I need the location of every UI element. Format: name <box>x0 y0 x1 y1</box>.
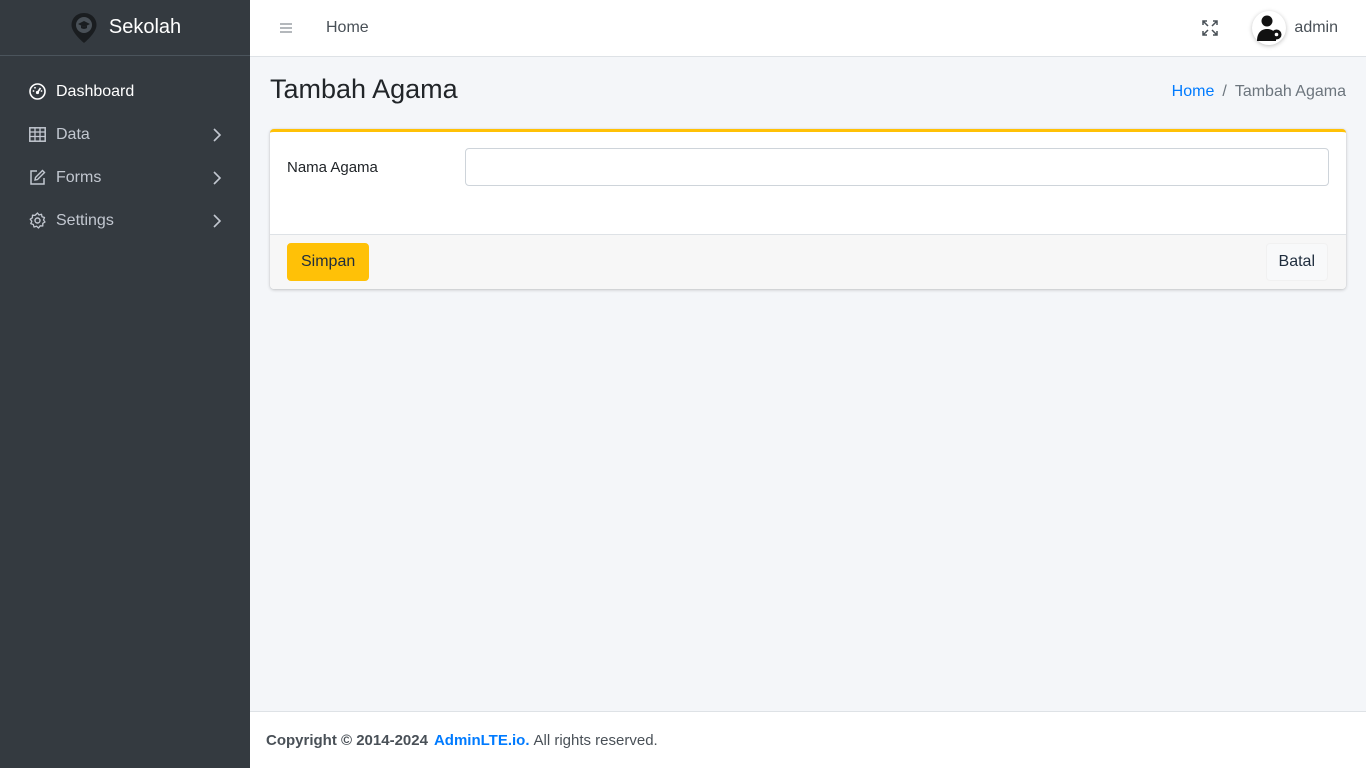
graduation-pin-icon <box>69 11 99 45</box>
avatar <box>1252 11 1287 45</box>
table-icon <box>28 126 46 144</box>
user-menu[interactable]: admin <box>1252 11 1338 45</box>
breadcrumb: Home / Tambah Agama <box>1172 83 1346 101</box>
user-name: admin <box>1294 19 1338 36</box>
edit-icon <box>28 169 46 187</box>
top-navbar: Home admin <box>250 0 1366 57</box>
footer-rights: All rights reserved. <box>533 731 658 749</box>
fullscreen-icon[interactable] <box>1200 18 1220 38</box>
form-card: Nama Agama Simpan Batal <box>270 129 1346 289</box>
sidebar-item-label: Forms <box>56 168 102 186</box>
sidebar-item-forms[interactable]: Forms <box>0 156 250 199</box>
sidebar-item-data[interactable]: Data <box>0 113 250 156</box>
breadcrumb-current: Tambah Agama <box>1234 83 1346 100</box>
chevron-right-icon <box>212 127 224 143</box>
card-footer: Simpan Batal <box>270 234 1346 289</box>
tachometer-icon <box>28 83 46 101</box>
gear-icon <box>28 212 46 230</box>
menu-toggle-icon[interactable] <box>278 20 294 36</box>
sidebar-item-dashboard[interactable]: Dashboard <box>0 70 250 113</box>
main-sidebar: Sekolah Dashboard Data Forms Settings <box>0 0 250 768</box>
breadcrumb-separator: / <box>1222 83 1227 100</box>
sidebar-item-label: Data <box>56 125 90 143</box>
sidebar-item-label: Dashboard <box>56 82 135 100</box>
sidebar-item-settings[interactable]: Settings <box>0 199 250 242</box>
sidebar-item-label: Settings <box>56 211 114 229</box>
footer-adminlte-link[interactable]: AdminLTE.io. <box>434 732 530 749</box>
chevron-right-icon <box>212 170 224 186</box>
header-right: admin <box>1200 11 1338 45</box>
nama-agama-input[interactable] <box>465 148 1329 186</box>
footer-copyright: Copyright © 2014-2024 <box>266 731 428 749</box>
nama-agama-label: Nama Agama <box>287 159 378 176</box>
brand-name: Sekolah <box>108 16 182 38</box>
chevron-right-icon <box>212 213 224 229</box>
sidebar-menu: Dashboard Data Forms Settings <box>0 56 250 242</box>
header-home-link[interactable]: Home <box>326 19 369 37</box>
save-button[interactable]: Simpan <box>287 243 370 281</box>
brand-link[interactable]: Sekolah <box>0 0 250 56</box>
cancel-button[interactable]: Batal <box>1265 243 1328 281</box>
page-title: Tambah Agama <box>270 74 458 104</box>
main-footer: Copyright © 2014-2024 AdminLTE.io. All r… <box>250 711 1366 768</box>
content-wrapper: Tambah Agama Home / Tambah Agama Nama Ag… <box>250 57 1366 711</box>
breadcrumb-home-link[interactable]: Home <box>1172 83 1215 101</box>
